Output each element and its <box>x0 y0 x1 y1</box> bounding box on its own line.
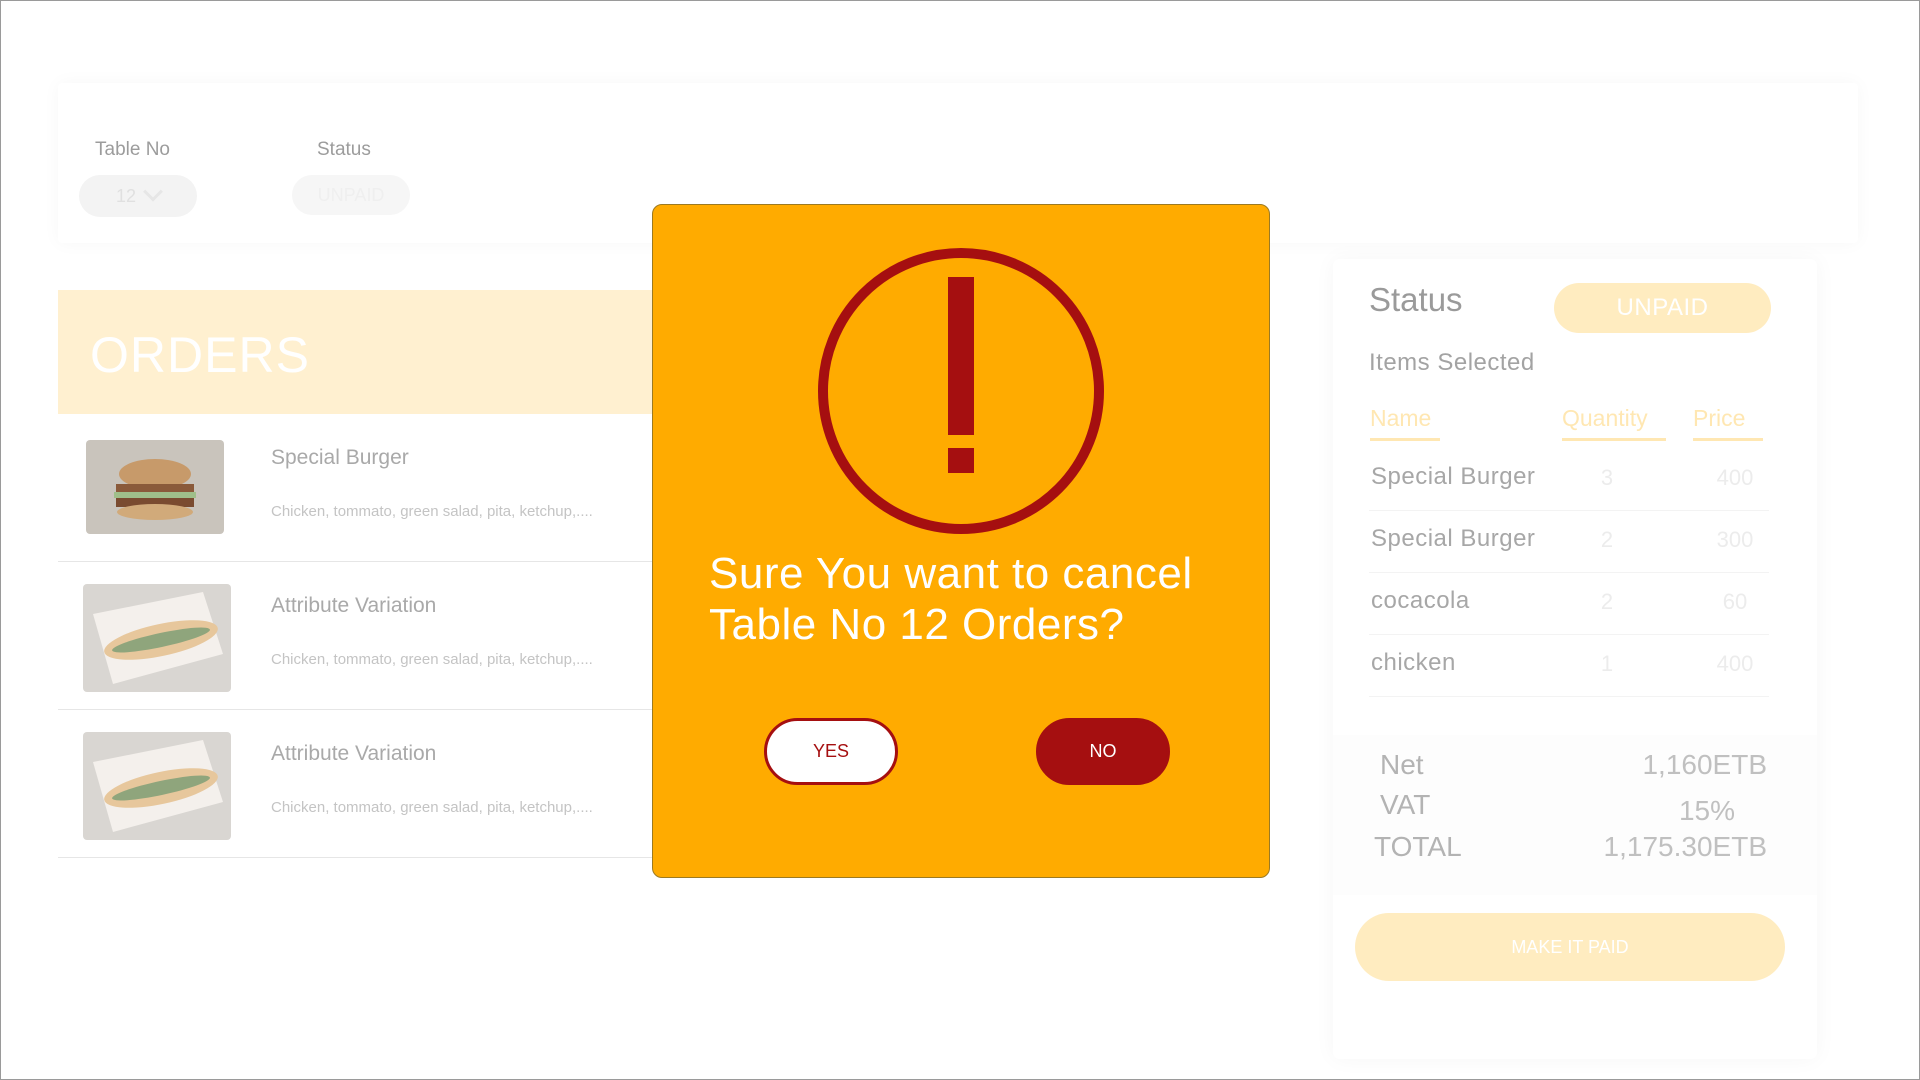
cancel-confirmation-dialog: Sure You want to cancel Table No 12 Orde… <box>652 204 1270 878</box>
yes-button[interactable]: YES <box>764 718 898 785</box>
table-row: chicken 1 400 <box>1369 635 1769 697</box>
column-header-name: Name <box>1370 405 1440 441</box>
totals-box: Net 1,160ETB VAT 15% TOTAL 1,175.30ETB <box>1333 735 1817 895</box>
order-item-description: Chicken, tommato, green salad, pita, ket… <box>271 799 593 816</box>
burger-photo <box>86 440 224 534</box>
order-item-description: Chicken, tommato, green salad, pita, ket… <box>271 651 593 668</box>
status-label: Status <box>317 139 371 160</box>
make-it-paid-button[interactable]: MAKE IT PAID <box>1355 913 1785 981</box>
table-no-select[interactable]: 12 <box>79 175 197 217</box>
row-quantity: 3 <box>1600 465 1614 490</box>
no-button[interactable]: NO <box>1036 718 1170 785</box>
sandwich-photo <box>83 584 231 692</box>
orders-title: ORDERS <box>90 327 310 383</box>
row-quantity: 1 <box>1600 651 1614 676</box>
row-name: chicken <box>1371 649 1456 676</box>
status-badge: UNPAID <box>292 175 410 215</box>
table-no-label: Table No <box>95 139 170 160</box>
table-no-value: 12 <box>115 185 137 206</box>
vat-label: VAT <box>1380 789 1431 820</box>
column-header-price: Price <box>1693 405 1763 441</box>
vat-value: 15% <box>1678 795 1735 826</box>
row-name: Special Burger <box>1371 463 1536 490</box>
summary-status-badge: UNPAID <box>1554 283 1771 333</box>
order-item-name: Attribute Variation <box>271 594 437 617</box>
row-name: cocacola <box>1371 587 1470 614</box>
row-price: 400 <box>1716 651 1754 676</box>
row-quantity: 2 <box>1600 589 1614 614</box>
exclamation-circle-icon <box>818 248 1104 534</box>
order-item[interactable]: Special Burger Chicken, tommato, green s… <box>58 414 678 562</box>
chevron-down-icon <box>143 181 163 202</box>
table-row: cocacola 2 60 <box>1369 573 1769 635</box>
row-quantity: 2 <box>1600 527 1614 552</box>
row-price: 400 <box>1716 465 1754 490</box>
row-price: 300 <box>1716 527 1754 552</box>
order-item[interactable]: Attribute Variation Chicken, tommato, gr… <box>58 710 678 858</box>
table-row: Special Burger 2 300 <box>1369 511 1769 573</box>
row-name: Special Burger <box>1371 525 1536 552</box>
total-label: TOTAL <box>1374 831 1462 862</box>
orders-header: ORDERS <box>58 290 678 414</box>
order-item-name: Special Burger <box>271 446 409 469</box>
column-header-quantity: Quantity <box>1562 405 1666 441</box>
order-summary-panel: Status UNPAID Items Selected Name Quanti… <box>1333 259 1817 1059</box>
order-item[interactable]: Attribute Variation Chicken, tommato, gr… <box>58 562 678 710</box>
total-value: 1,175.30ETB <box>1603 831 1767 862</box>
net-value: 1,160ETB <box>1642 749 1767 780</box>
items-selected-label: Items Selected <box>1369 349 1535 376</box>
dialog-message: Sure You want to cancel Table No 12 Orde… <box>709 549 1193 649</box>
table-row: Special Burger 3 400 <box>1369 449 1769 511</box>
order-item-description: Chicken, tommato, green salad, pita, ket… <box>271 503 593 520</box>
order-item-name: Attribute Variation <box>271 742 437 765</box>
net-label: Net <box>1380 749 1424 780</box>
row-price: 60 <box>1722 589 1748 614</box>
sandwich-photo <box>83 732 231 840</box>
summary-status-label: Status <box>1369 281 1463 318</box>
